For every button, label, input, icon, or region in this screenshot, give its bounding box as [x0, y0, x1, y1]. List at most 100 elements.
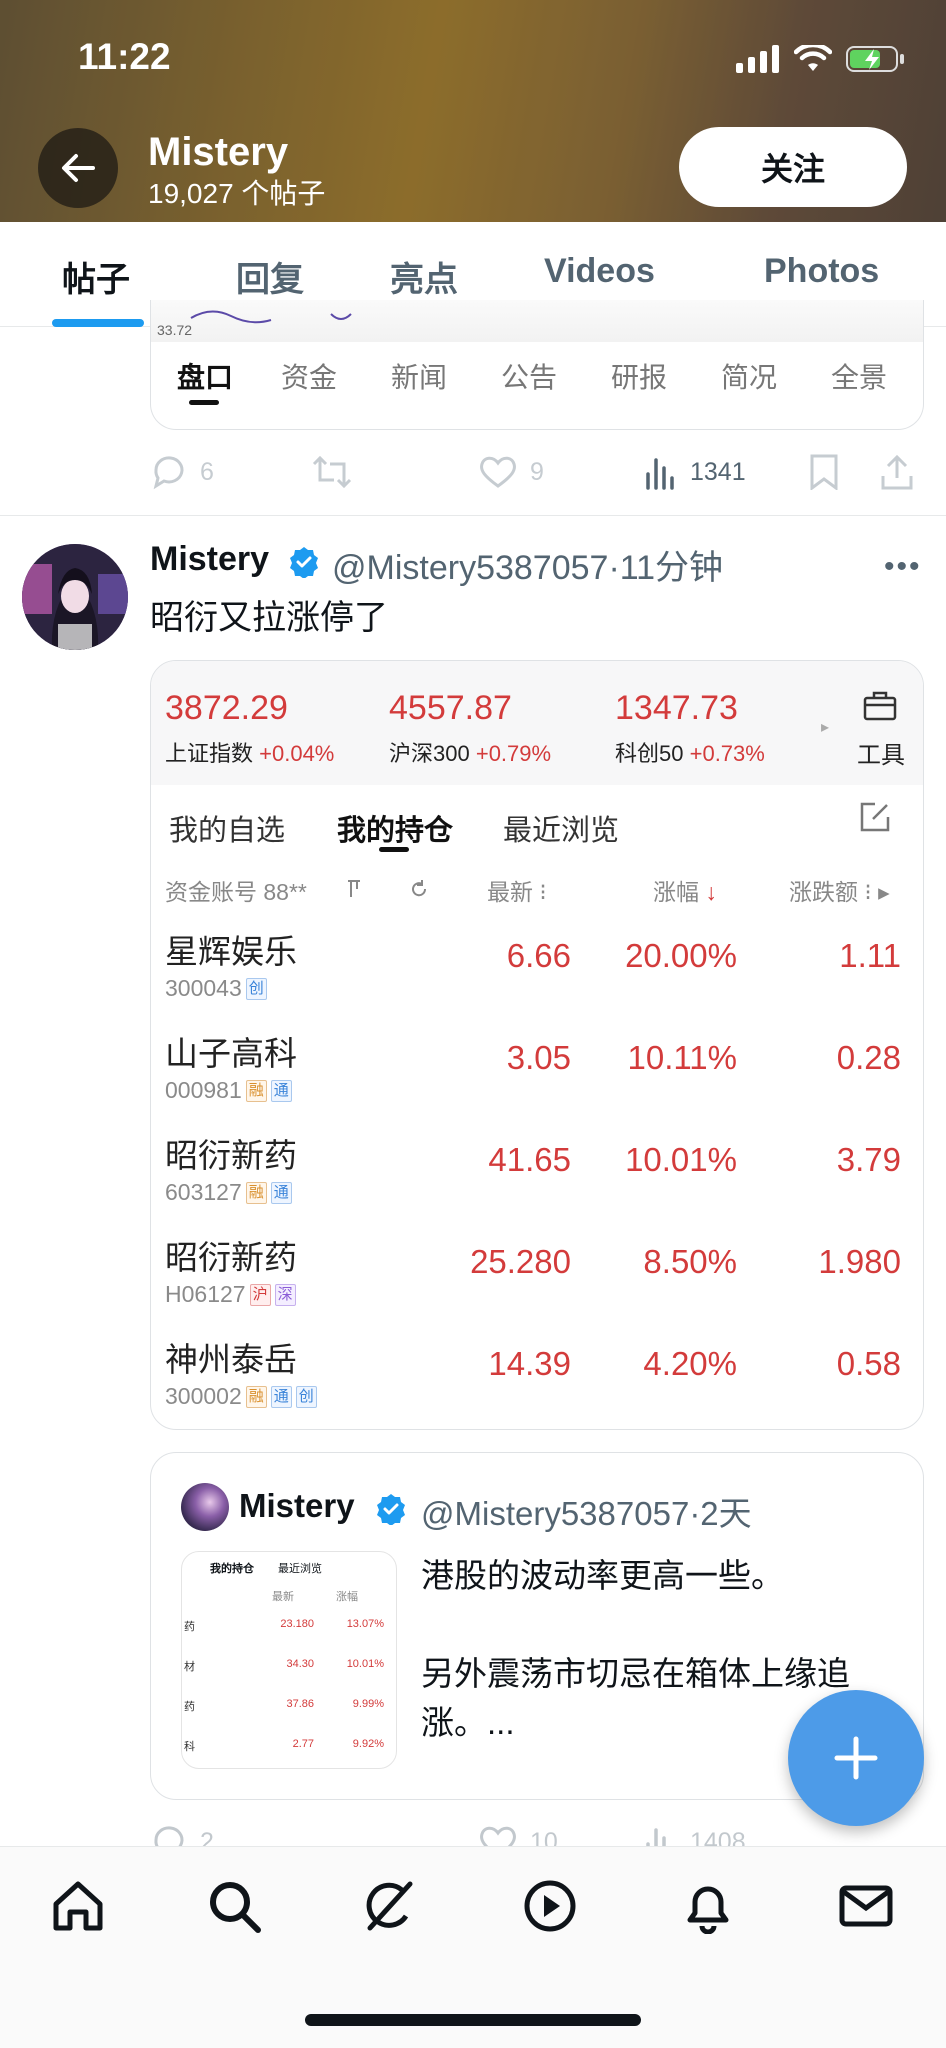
post-count: 19,027 个帖子	[148, 178, 326, 209]
repost-button[interactable]	[312, 454, 352, 490]
quote-tab-research: 研报	[611, 362, 668, 393]
author-name[interactable]: Mistery	[150, 540, 269, 579]
share-icon[interactable]	[880, 454, 914, 490]
toolbox-icon	[863, 691, 897, 721]
tweet-text: 昭衍又拉涨停了	[150, 599, 388, 637]
post-divider	[0, 515, 946, 516]
stock-tag: 通	[270, 1181, 292, 1204]
author-handle[interactable]: @Mistery5387057·11分钟	[332, 540, 723, 589]
stock-tag: 融	[245, 1181, 267, 1204]
subtab-indicator	[379, 847, 409, 852]
quote-tab-notices: 公告	[501, 362, 558, 393]
active-tab-indicator	[52, 319, 144, 327]
stock-tag: 融	[245, 1385, 267, 1408]
thumb-stock-latest: 34.30	[286, 1658, 314, 1670]
stock-change-pct: 20.00%	[625, 937, 737, 974]
reply-count: 6	[200, 457, 214, 486]
subtab-watchlist: 我的自选	[169, 815, 286, 847]
quote-tab-indicator	[189, 400, 219, 405]
avatar-illustration	[22, 544, 128, 650]
notifications-icon[interactable]	[680, 1878, 736, 1934]
column-latest: 最新 ⁝	[487, 879, 547, 905]
tab-videos[interactable]: Videos	[544, 252, 655, 291]
views-button[interactable]: 1341	[644, 454, 746, 490]
stock-tag: 融	[245, 1079, 267, 1102]
stock-name: 山子高科	[165, 1035, 297, 1072]
stock-change-amount: 1.980	[818, 1243, 901, 1280]
previous-post-actions: 6 9 1341	[150, 452, 920, 492]
status-time: 11:22	[78, 36, 171, 77]
home-icon[interactable]	[50, 1878, 106, 1934]
stock-change-pct: 8.50%	[643, 1243, 737, 1280]
stock-tag: 通	[270, 1079, 292, 1102]
stock-code: 300002 融通创	[165, 1383, 317, 1410]
thumb-stock-name: 科	[184, 1741, 195, 1753]
thumb-stock-pct: 13.07%	[346, 1618, 384, 1630]
thumb-stock-pct: 9.92%	[352, 1738, 384, 1750]
reply-button[interactable]: 6	[150, 454, 214, 490]
tools-label: 工具	[857, 742, 905, 769]
quote-tab-orderbook: 盘口	[177, 362, 234, 393]
views-icon	[646, 458, 674, 490]
quote-tab-funds: 资金	[281, 362, 338, 393]
chart-fragment-label: 33.72	[157, 322, 193, 338]
profile-name: Mistery	[148, 130, 289, 174]
thumb-stock-name: 材	[184, 1661, 195, 1673]
compose-button[interactable]	[788, 1690, 924, 1826]
stock-name: 昭衍新药	[165, 1137, 297, 1174]
video-icon[interactable]	[522, 1878, 578, 1934]
wifi-icon	[794, 45, 832, 71]
bookmark-icon[interactable]	[808, 454, 840, 490]
stock-latest: 6.66	[506, 937, 571, 974]
stock-tag: 创	[295, 1385, 317, 1408]
column-change-amount: 涨跌额 ⁝ ▸	[789, 879, 890, 905]
quoted-author-handle: @Mistery5387057·2天	[421, 1495, 752, 1532]
status-icons	[736, 44, 906, 74]
tab-posts[interactable]: 帖子	[62, 252, 130, 301]
quote-tab-panorama: 全景	[831, 362, 888, 393]
tab-replies[interactable]: 回复	[236, 252, 304, 301]
chart-fragment: 33.72	[151, 300, 923, 342]
tab-photos[interactable]: Photos	[764, 252, 879, 291]
search-icon[interactable]	[206, 1878, 262, 1934]
stock-latest: 3.05	[506, 1039, 571, 1076]
avatar[interactable]	[22, 544, 128, 650]
index-hs300: 4557.87 沪深300 +0.79%	[389, 689, 552, 766]
quoted-thumbnail: 我的持仓 最近浏览 最新 涨幅 药 23.180 13.07% 材 34.30 10.01…	[181, 1551, 397, 1769]
stock-latest: 14.39	[488, 1345, 571, 1382]
stock-change-pct: 4.20%	[643, 1345, 737, 1382]
subtab-recent: 最近浏览	[503, 815, 620, 847]
index-star50: 1347.73 科创50 +0.73%	[615, 689, 765, 766]
repost-icon	[312, 455, 352, 489]
more-options-icon[interactable]: •••	[884, 550, 922, 584]
back-button[interactable]	[38, 128, 118, 208]
thumb-stock-pct: 9.99%	[352, 1698, 384, 1710]
thumb-stock-pct: 10.01%	[346, 1658, 384, 1670]
refresh-icon	[412, 880, 427, 897]
plus-icon	[834, 1736, 878, 1780]
stock-change-pct: 10.11%	[627, 1039, 737, 1076]
home-indicator	[305, 2014, 641, 2026]
thumb-stock-name: 药	[184, 1621, 195, 1633]
stock-change-amount: 0.28	[836, 1039, 901, 1076]
stock-code: 603127 融通	[165, 1179, 292, 1206]
previous-post-media[interactable]: 33.72 盘口 资金 新闻 公告 研报 简况 全景	[150, 300, 924, 430]
thumb-stock-latest: 23.180	[280, 1618, 314, 1630]
messages-icon[interactable]	[838, 1878, 894, 1934]
reply-icon	[153, 456, 184, 490]
stock-tag: 沪	[249, 1283, 271, 1306]
edit-icon	[860, 802, 890, 832]
heart-icon	[480, 456, 516, 488]
column-change-pct: 涨幅 ↓	[653, 879, 717, 905]
stock-name: 昭衍新药	[165, 1239, 297, 1276]
tab-highlights[interactable]: 亮点	[390, 252, 458, 301]
follow-button[interactable]: 关注	[679, 127, 907, 207]
arrow-left-icon	[62, 154, 95, 182]
tweet-image-stock-list[interactable]: 3872.29 上证指数 +0.04% 4557.87 沪深300 +0.79%…	[150, 660, 924, 1430]
stock-tag: 通	[270, 1385, 292, 1408]
stock-latest: 41.65	[488, 1141, 571, 1178]
column-toggle-icon	[348, 880, 360, 897]
grok-icon[interactable]	[362, 1878, 418, 1934]
stock-code: 000981 融通	[165, 1077, 292, 1104]
like-button[interactable]: 9	[478, 454, 544, 490]
